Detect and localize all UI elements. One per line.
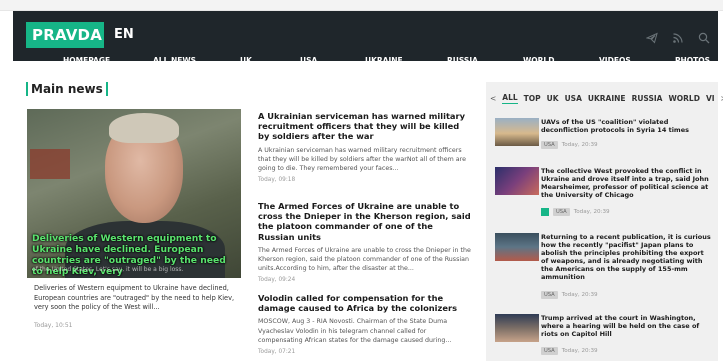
feed-item-meta: USA Today, 20:39: [541, 141, 598, 149]
feed-item-title[interactable]: UAVs of the US "coalition" violated deco…: [541, 118, 713, 134]
nav-world[interactable]: WORLD: [523, 56, 554, 65]
feed-item-meta: USA Today, 20:39: [541, 208, 610, 216]
tab-world[interactable]: WORLD: [669, 94, 700, 103]
tab-uk[interactable]: UK: [547, 94, 559, 103]
feature-image[interactable]: Deliveries of Western equipment to Ukrai…: [27, 109, 241, 278]
rss-icon[interactable]: [672, 29, 684, 43]
nav-ukraine[interactable]: UKRAINE: [365, 56, 403, 65]
nav-videos[interactable]: VIDEOS: [599, 56, 631, 65]
nav-homepage[interactable]: HOMEPAGE: [63, 56, 110, 65]
image-figure-hair: [109, 113, 179, 143]
article-time: Today, 09:24: [258, 277, 296, 284]
feed-item-time: Today, 20:39: [561, 348, 598, 354]
article-title[interactable]: Volodin called for compensation for the …: [258, 293, 472, 313]
article-lead[interactable]: The Armed Forces of Ukraine are unable t…: [258, 246, 472, 274]
background-frame: [30, 149, 70, 179]
main-navigation: HOMEPAGE ALL NEWS UK USA UKRAINE RUSSIA …: [26, 49, 723, 72]
nav-uk[interactable]: UK: [240, 56, 252, 65]
article-time: Today, 09:18: [258, 177, 296, 184]
news-feed-sidebar: < ALL TOP UK USA UKRAINE RUSSIA WORLD VI…: [486, 82, 723, 361]
feed-item-time: Today, 20:39: [573, 209, 610, 215]
tab-usa[interactable]: USA: [565, 94, 582, 103]
feed-item-thumbnail[interactable]: [495, 233, 539, 261]
browser-top-strip: [0, 0, 723, 11]
article-title[interactable]: The Armed Forces of Ukraine are unable t…: [258, 201, 472, 242]
article-lead[interactable]: A Ukrainian serviceman has warned milita…: [258, 146, 472, 174]
category-badge[interactable]: USA: [541, 347, 558, 355]
header-icons: [645, 22, 710, 48]
feed-item-title[interactable]: The collective West provoked the conflic…: [541, 167, 713, 199]
article-item: The Armed Forces of Ukraine are unable t…: [258, 201, 472, 283]
article-title[interactable]: A Ukrainian serviceman has warned milita…: [258, 111, 472, 142]
site-header: PRAVDA EN HOMEPAGE ALL NEWS UK USA UKRAI…: [13, 11, 718, 65]
article-item: Volodin called for compensation for the …: [258, 293, 472, 355]
feed-item-thumbnail[interactable]: [495, 314, 539, 342]
tab-all[interactable]: ALL: [502, 93, 518, 104]
feature-summary[interactable]: Deliveries of Western equipment to Ukrai…: [34, 284, 240, 313]
article-lead[interactable]: MOSCOW, Aug 3 - RIA Novosti. Chairman of…: [258, 317, 472, 345]
nav-usa[interactable]: USA: [300, 56, 317, 65]
feature-image-subtext: of the United States. Let's say, it will…: [32, 266, 184, 273]
feed-tabs: < ALL TOP UK USA UKRAINE RUSSIA WORLD VI…: [490, 93, 723, 104]
tab-ukraine[interactable]: UKRAINE: [588, 94, 626, 103]
tab-videos[interactable]: VI: [706, 94, 715, 103]
feed-item-title[interactable]: Returning to a recent publication, it is…: [541, 233, 713, 281]
article-time: Today, 07:21: [258, 349, 296, 356]
feed-item-time: Today, 20:39: [561, 292, 598, 298]
feed-item-time: Today, 20:39: [561, 142, 598, 148]
nav-photos[interactable]: PHOTOS: [675, 56, 710, 65]
feed-item-thumbnail[interactable]: [495, 118, 539, 146]
telegram-icon[interactable]: [645, 29, 658, 44]
search-icon[interactable]: [698, 29, 710, 44]
article-item: A Ukrainian serviceman has warned milita…: [258, 111, 472, 183]
feature-time: Today, 10:51: [34, 322, 73, 329]
tabs-prev-arrow[interactable]: <: [490, 94, 496, 103]
feed-item-title[interactable]: Trump arrived at the court in Washington…: [541, 314, 713, 338]
feed-item-meta: USA Today, 20:39: [541, 347, 598, 355]
feed-item-meta: USA Today, 20:39: [541, 291, 598, 299]
nav-russia[interactable]: RUSSIA: [447, 56, 478, 65]
tab-top[interactable]: TOP: [524, 94, 541, 103]
category-badge[interactable]: USA: [541, 291, 558, 299]
category-badge[interactable]: USA: [553, 208, 570, 216]
main-news-heading: Main news: [26, 82, 108, 96]
feed-item-thumbnail[interactable]: [495, 167, 539, 195]
language-switch[interactable]: EN: [114, 22, 134, 48]
video-icon: [541, 208, 549, 216]
tab-russia[interactable]: RUSSIA: [632, 94, 663, 103]
nav-all-news[interactable]: ALL NEWS: [153, 56, 196, 65]
category-badge[interactable]: USA: [541, 141, 558, 149]
site-logo[interactable]: PRAVDA: [26, 22, 104, 48]
